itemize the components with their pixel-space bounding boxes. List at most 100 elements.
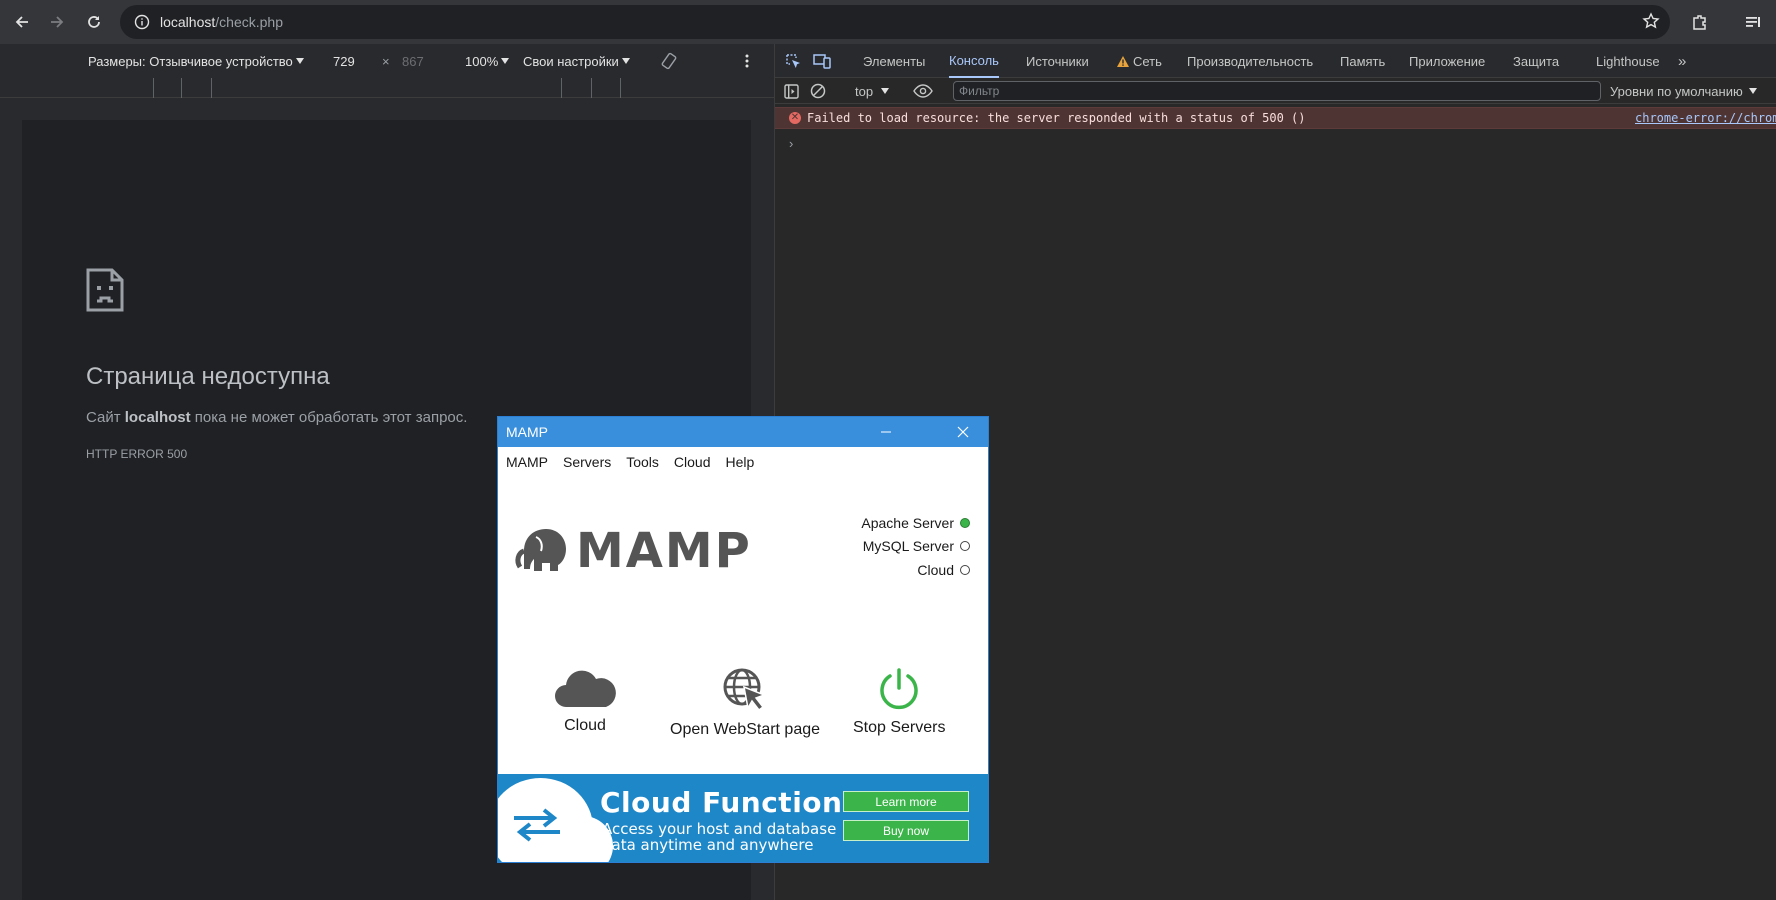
cloud-button-label: Cloud (564, 717, 606, 734)
menu-help[interactable]: Help (726, 454, 755, 470)
error-circle-icon: ✕ (789, 112, 801, 124)
cloud-button[interactable]: Cloud (554, 667, 616, 735)
error-desc-host: localhost (124, 409, 191, 426)
open-webstart-label: Open WebStart page (670, 721, 821, 738)
console-toolbar: top Фильтр Уровни по умолчанию (775, 78, 1776, 104)
inspect-icon (786, 54, 800, 68)
buy-now-button[interactable]: Buy now (843, 820, 969, 841)
inspect-element-button[interactable] (785, 44, 801, 78)
status-on-icon (960, 518, 970, 528)
more-options-button[interactable] (745, 44, 749, 78)
tab-network[interactable]: Сеть (1116, 44, 1162, 78)
cloud-function-banner[interactable]: Cloud Function Access your host and data… (498, 774, 988, 862)
elephant-icon (515, 529, 566, 571)
banner-subtitle-line2: data anytime and anywhere (602, 836, 814, 854)
forward-button[interactable] (40, 5, 74, 39)
close-button[interactable] (943, 417, 983, 447)
menu-tools[interactable]: Tools (626, 454, 659, 470)
log-levels-value: Уровни по умолчанию (1610, 83, 1743, 99)
console-filter-input[interactable]: Фильтр (953, 81, 1601, 101)
height-input[interactable]: 867 (402, 44, 424, 78)
throttle-value: Свои настройки (523, 53, 619, 69)
console-prompt[interactable]: › (789, 136, 793, 151)
menu-mamp[interactable]: MAMP (506, 454, 548, 470)
mamp-title-bar[interactable]: MAMP (498, 417, 988, 447)
stop-servers-button[interactable]: Stop Servers (853, 667, 945, 737)
reload-icon (88, 16, 100, 28)
dimensions-dropdown[interactable]: Размеры: Отзывчивое устройство (88, 44, 304, 78)
globe-cursor-icon (723, 668, 767, 712)
error-description: Сайт localhost пока не может обработать … (86, 409, 467, 426)
mamp-menu-bar: MAMP Servers Tools Cloud Help (498, 447, 988, 477)
clear-icon (810, 83, 826, 99)
more-vertical-icon (745, 54, 749, 68)
chevron-down-icon (881, 88, 890, 94)
menu-cloud[interactable]: Cloud (674, 454, 711, 470)
apache-status-label: Apache Server (861, 515, 954, 531)
tab-lighthouse[interactable]: Lighthouse (1596, 44, 1660, 78)
error-desc-prefix: Сайт (86, 409, 125, 426)
banner-subtitle-line1: Access your host and database (602, 820, 837, 838)
tab-security[interactable]: Защита (1513, 44, 1559, 78)
address-bar[interactable]: localhost/check.php (120, 5, 1670, 39)
cloud-icon (555, 670, 616, 707)
tab-memory[interactable]: Память (1340, 44, 1385, 78)
more-tabs-chevron-icon[interactable]: » (1678, 44, 1686, 78)
status-off-icon (960, 541, 970, 551)
chevron-down-icon (295, 58, 304, 64)
bookmark-star-icon[interactable] (1642, 12, 1660, 33)
width-input[interactable]: 729 (333, 44, 355, 78)
browser-toolbar: localhost/check.php (0, 0, 1776, 44)
context-selector[interactable]: top (855, 78, 890, 104)
rotate-button[interactable] (660, 44, 678, 78)
banner-heading: Cloud Function (600, 786, 843, 819)
clear-console-button[interactable] (810, 78, 826, 104)
mysql-status: MySQL Server (863, 538, 970, 554)
cloud-status: Cloud (917, 562, 970, 578)
sidebar-toggle-button[interactable] (784, 78, 799, 104)
arrow-right-icon (51, 16, 64, 28)
console-error-source-link[interactable]: chrome-error://chromewebdata/ (1635, 111, 1776, 125)
tab-application[interactable]: Приложение (1409, 44, 1485, 78)
extensions-icon[interactable] (1683, 5, 1717, 39)
learn-more-button[interactable]: Learn more (843, 791, 969, 812)
apache-status: Apache Server (861, 515, 970, 531)
width-value: 729 (333, 53, 355, 69)
zoom-dropdown[interactable]: 100% (465, 44, 510, 78)
power-icon (880, 668, 918, 710)
stop-servers-label: Stop Servers (853, 719, 946, 736)
open-webstart-button[interactable]: Open WebStart page (670, 667, 820, 739)
tab-elements[interactable]: Элементы (863, 44, 925, 78)
menu-servers[interactable]: Servers (563, 454, 611, 470)
arrow-left-icon (15, 16, 28, 28)
tab-network-label: Сеть (1133, 53, 1162, 69)
tab-performance[interactable]: Производительность (1187, 44, 1313, 78)
tab-sources[interactable]: Источники (1026, 44, 1089, 78)
dimensions-label: Размеры: Отзывчивое устройство (88, 53, 293, 69)
device-toggle-button[interactable] (813, 44, 831, 78)
sidebar-icon (784, 83, 799, 99)
minimize-button[interactable] (866, 417, 906, 447)
reading-list-icon[interactable] (1736, 5, 1770, 39)
mysql-status-label: MySQL Server (862, 538, 954, 554)
error-desc-suffix: пока не может обработать этот запрос. (190, 409, 468, 426)
chevron-down-icon (621, 58, 630, 64)
throttle-dropdown[interactable]: Свои настройки (523, 44, 630, 78)
swap-arrows-icon (510, 808, 564, 847)
back-button[interactable] (5, 5, 39, 39)
zoom-value: 100% (465, 53, 499, 69)
height-value: 867 (402, 53, 424, 69)
chevron-down-icon (501, 58, 510, 64)
tab-console[interactable]: Консоль (949, 44, 999, 78)
media-query-ruler[interactable] (0, 78, 774, 98)
live-expression-button[interactable] (913, 78, 933, 104)
site-info-icon[interactable] (134, 14, 150, 30)
device-icon (813, 54, 831, 69)
error-title: Страница недоступна (86, 363, 330, 390)
mamp-logo-text: MAMP (576, 523, 752, 579)
minimize-icon (881, 431, 891, 433)
address-host: localhost (160, 14, 216, 30)
reload-button[interactable] (77, 5, 111, 39)
context-value: top (855, 83, 874, 99)
log-levels-dropdown[interactable]: Уровни по умолчанию (1610, 78, 1757, 104)
